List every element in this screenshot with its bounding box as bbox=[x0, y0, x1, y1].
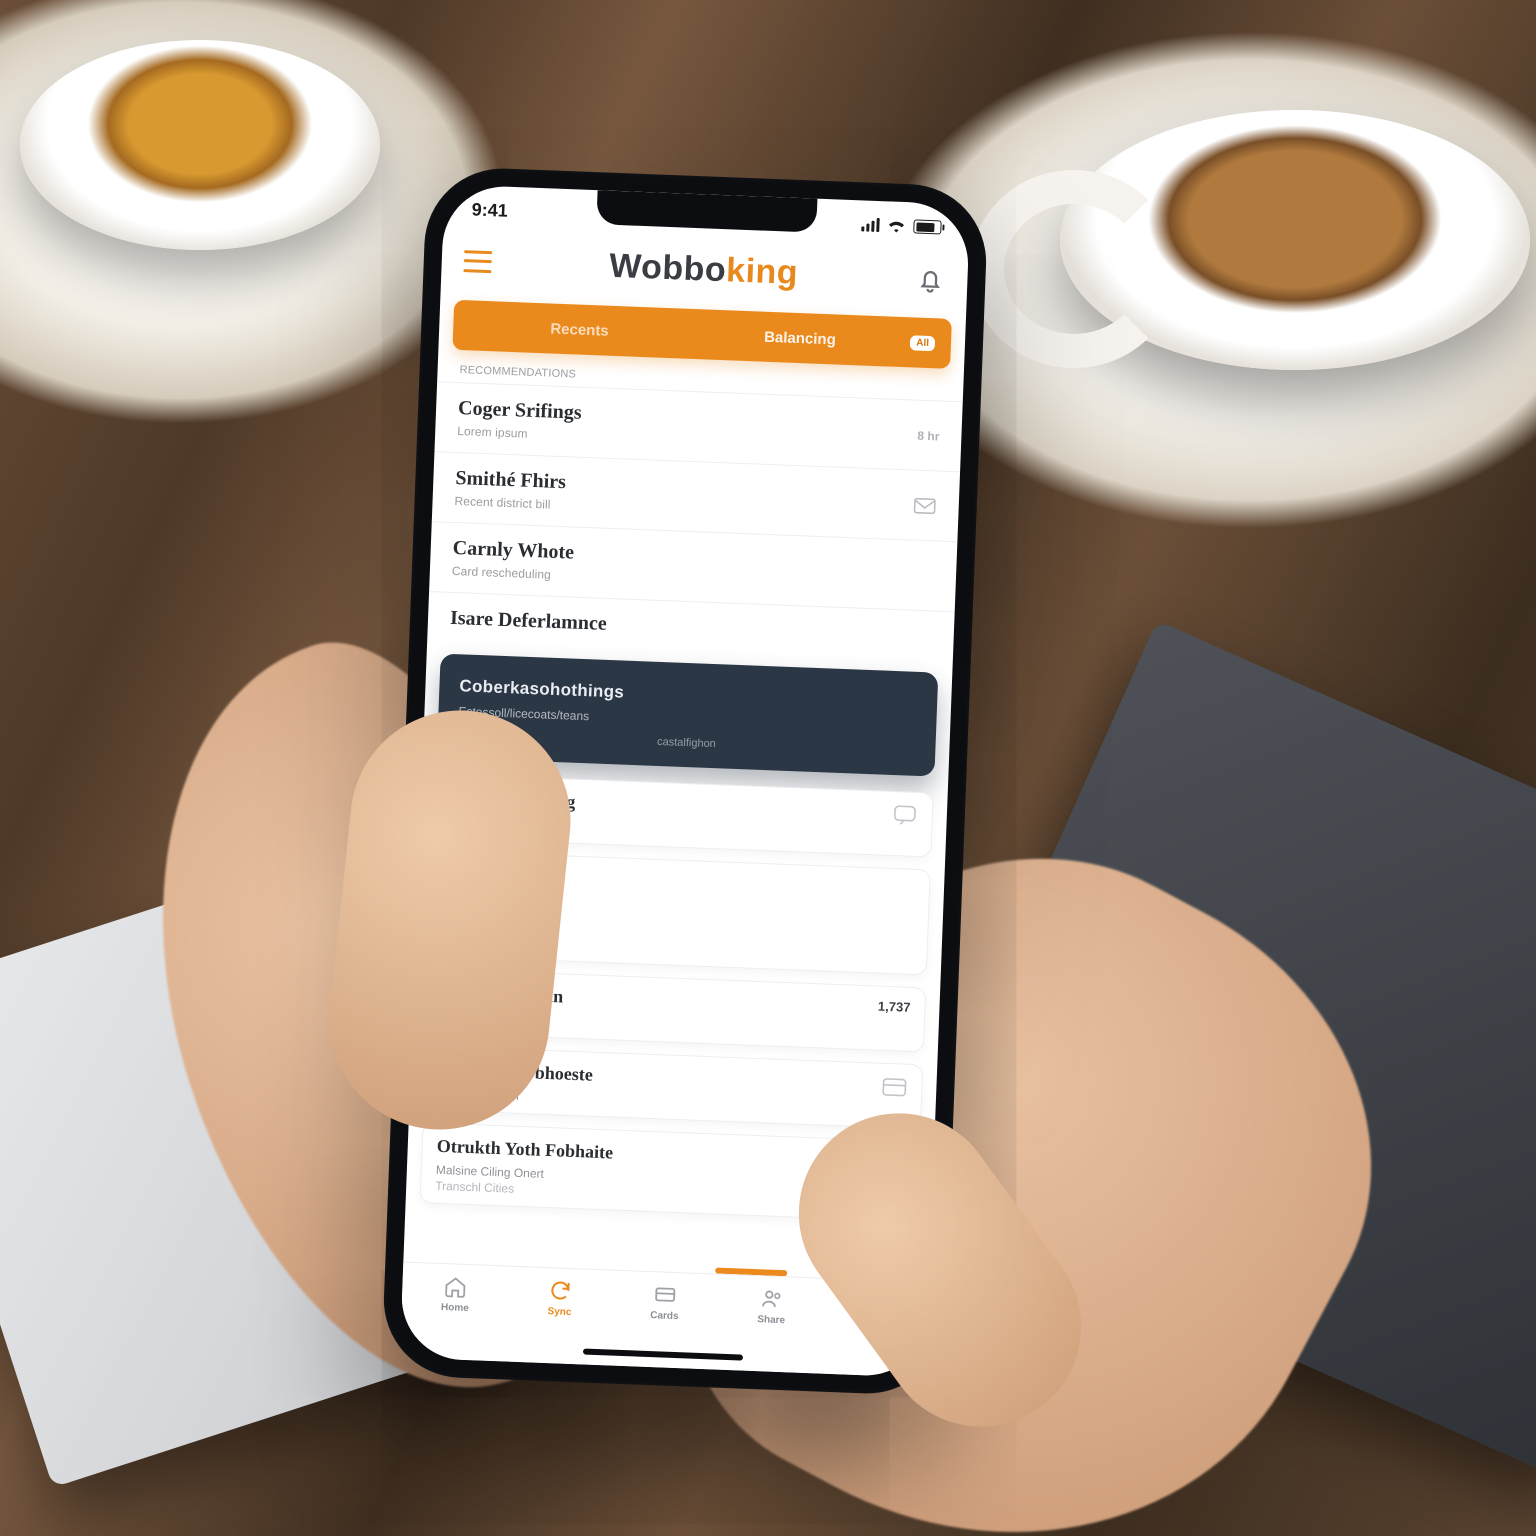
list-item-meta: 8 hr bbox=[899, 427, 940, 443]
nav-label: Cards bbox=[650, 1310, 679, 1322]
menu-icon[interactable] bbox=[463, 250, 492, 273]
chat-icon bbox=[891, 804, 918, 827]
coffee-cup-left bbox=[20, 40, 380, 250]
list-item-title: Isare Deferlamnce bbox=[450, 607, 608, 636]
home-indicator bbox=[583, 1349, 743, 1361]
tab-left[interactable]: Recents bbox=[469, 317, 690, 342]
cards-icon bbox=[653, 1282, 678, 1307]
lifestyle-scene: 9:41 Wobboking Recents Balancing Al bbox=[0, 0, 1536, 1536]
cellular-signal-icon bbox=[861, 217, 880, 232]
bell-icon[interactable] bbox=[915, 263, 946, 294]
nav-home[interactable]: Home bbox=[441, 1274, 470, 1314]
list-item-title: Coger Srifings bbox=[458, 397, 582, 425]
card-value: 1,737 bbox=[878, 999, 911, 1015]
coffee-cup-right bbox=[1060, 110, 1530, 370]
list-item-title: Carnly Whote bbox=[452, 537, 574, 565]
list-item-subtitle: Card rescheduling bbox=[452, 564, 574, 583]
card-title: Otrukth Yoth Fobhaite bbox=[436, 1136, 613, 1164]
battery-icon bbox=[913, 219, 942, 234]
nav-cards[interactable]: Cards bbox=[650, 1282, 680, 1322]
refresh-icon bbox=[548, 1278, 573, 1303]
card-icon bbox=[881, 1076, 908, 1099]
nav-sync[interactable]: Sync bbox=[547, 1278, 572, 1318]
tab-center[interactable]: Balancing bbox=[689, 325, 910, 350]
list-item-title: Smithé Fhirs bbox=[455, 467, 566, 494]
nav-label: Home bbox=[441, 1302, 469, 1314]
list-item-subtitle: Lorem ipsum bbox=[457, 424, 581, 443]
brand-title: Wobboking bbox=[608, 247, 798, 293]
people-icon bbox=[760, 1286, 785, 1311]
home-icon bbox=[443, 1274, 468, 1299]
nav-label: Share bbox=[757, 1314, 785, 1326]
tab-chip[interactable]: All bbox=[910, 335, 935, 351]
status-time: 9:41 bbox=[471, 199, 508, 221]
list-item-subtitle: Recent district bill bbox=[454, 494, 565, 512]
nav-share[interactable]: Share bbox=[757, 1286, 786, 1326]
mail-icon bbox=[912, 495, 937, 516]
wifi-icon bbox=[887, 218, 906, 233]
nav-label: Sync bbox=[547, 1306, 571, 1318]
